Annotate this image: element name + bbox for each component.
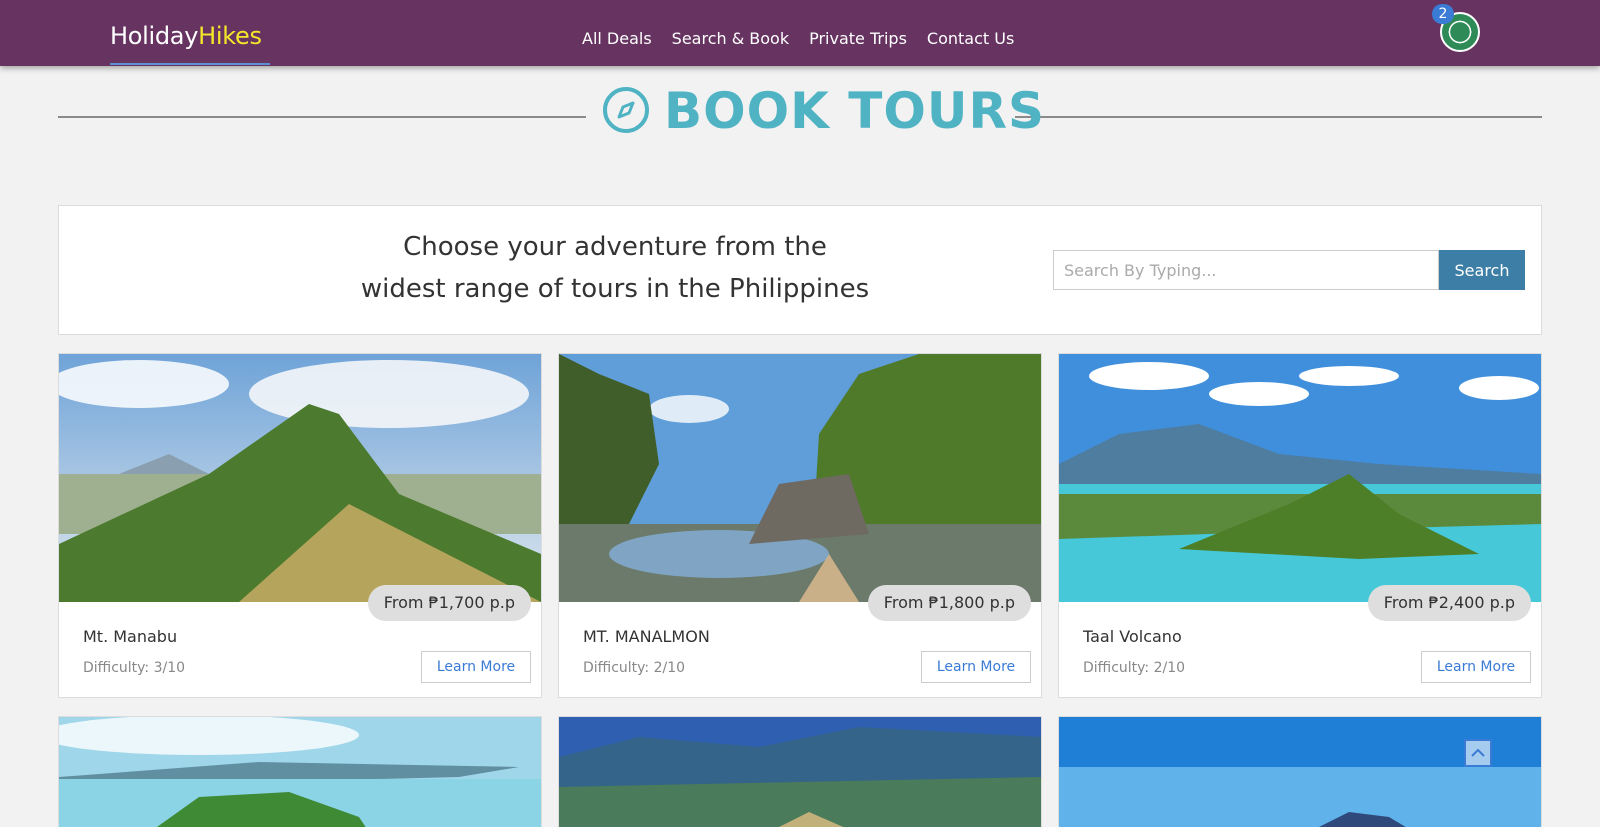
- tour-card[interactable]: [58, 716, 542, 827]
- search-input[interactable]: [1053, 250, 1439, 290]
- scroll-to-top-button[interactable]: [1464, 739, 1492, 767]
- tour-price: From ₱2,400 p.p: [1367, 585, 1531, 621]
- brand-logo[interactable]: HolidayHikes: [110, 22, 262, 50]
- nav-contact-us[interactable]: Contact Us: [927, 29, 1014, 48]
- tour-image: [1059, 354, 1541, 602]
- compass-icon: [603, 87, 649, 133]
- main-nav: All Deals Search & Book Private Trips Co…: [582, 29, 1014, 48]
- search-button[interactable]: Search: [1439, 250, 1525, 290]
- brand-part2: Hikes: [198, 22, 262, 50]
- tour-price: From ₱1,800 p.p: [867, 585, 1031, 621]
- tour-name[interactable]: Taal Volcano: [1083, 627, 1182, 646]
- brand-part1: Holiday: [110, 22, 199, 50]
- tour-image: [559, 354, 1041, 602]
- tagline-line-1: Choose your adventure from the: [403, 232, 827, 262]
- nav-all-deals[interactable]: All Deals: [582, 29, 652, 48]
- tagline: Choose your adventure from the widest ra…: [259, 226, 971, 310]
- nav-search-book[interactable]: Search & Book: [672, 29, 789, 48]
- learn-more-button[interactable]: Learn More: [921, 651, 1031, 683]
- tour-image: [1059, 717, 1541, 827]
- learn-more-button[interactable]: Learn More: [1421, 651, 1531, 683]
- header-divider-right: [1015, 116, 1542, 118]
- search-panel: Choose your adventure from the widest ra…: [58, 205, 1542, 335]
- tour-name[interactable]: MT. MANALMON: [583, 627, 710, 646]
- page-title: BOOK TOURS: [664, 82, 1045, 140]
- tour-price: From ₱1,700 p.p: [367, 585, 531, 621]
- tour-card[interactable]: From ₱1,800 p.p MT. MANALMON Difficulty:…: [558, 353, 1042, 698]
- tour-difficulty: Difficulty: 2/10: [1083, 660, 1186, 676]
- notification-badge[interactable]: 2: [1432, 4, 1454, 24]
- tour-difficulty: Difficulty: 2/10: [583, 660, 686, 676]
- tour-card[interactable]: From ₱2,400 p.p Taal Volcano Difficulty:…: [1058, 353, 1542, 698]
- learn-more-button[interactable]: Learn More: [421, 651, 531, 683]
- tour-difficulty: Difficulty: 3/10: [83, 660, 186, 676]
- tour-card[interactable]: [558, 716, 1042, 827]
- tagline-line-2: widest range of tours in the Philippines: [360, 274, 870, 304]
- tour-card[interactable]: [1058, 716, 1542, 827]
- navbar: HolidayHikes All Deals Search & Book Pri…: [0, 0, 1600, 66]
- nav-private-trips[interactable]: Private Trips: [809, 29, 907, 48]
- chevron-up-icon: [1471, 748, 1485, 757]
- tour-image: [559, 717, 1041, 827]
- brand-underline: [110, 63, 270, 65]
- header-divider-left: [58, 116, 586, 118]
- tour-image: [59, 354, 541, 602]
- tour-name[interactable]: Mt. Manabu: [83, 627, 177, 646]
- tour-card[interactable]: From ₱1,700 p.p Mt. Manabu Difficulty: 3…: [58, 353, 542, 698]
- tour-image: [59, 717, 541, 827]
